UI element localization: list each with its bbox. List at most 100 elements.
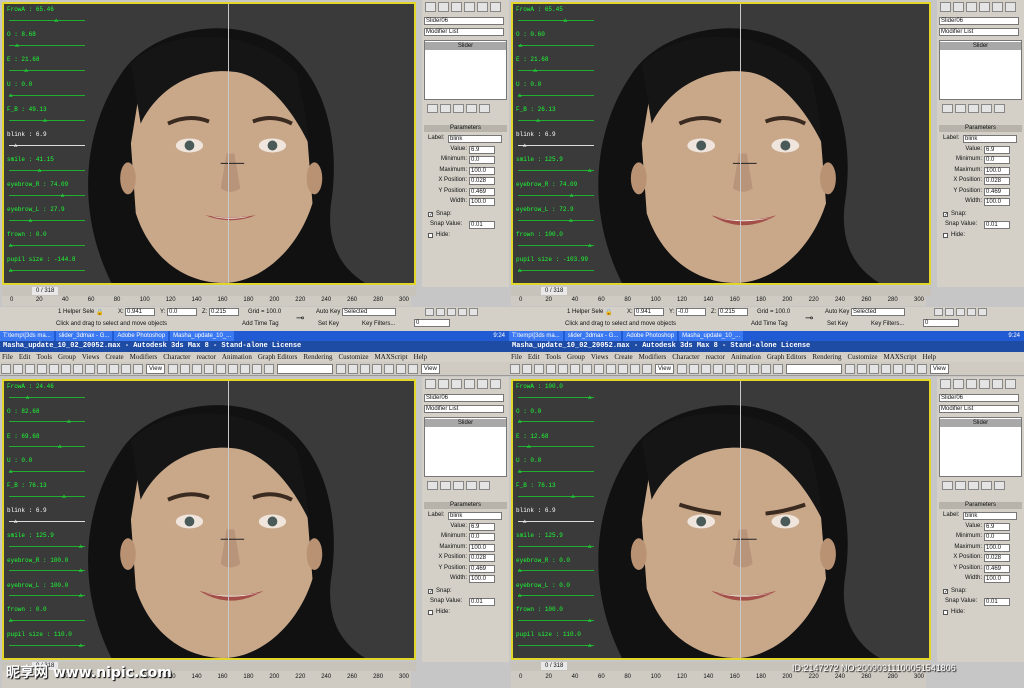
menu-item[interactable]: Views [82, 353, 99, 361]
lock-icon[interactable]: 🔒 [96, 309, 103, 316]
menu-item[interactable]: Help [414, 353, 428, 361]
toolbar-button[interactable] [251, 364, 262, 374]
slider-track[interactable]: ▵ [9, 17, 85, 24]
slider-track[interactable]: ▵ [518, 443, 594, 450]
menu-item[interactable]: File [2, 353, 13, 361]
slider-track[interactable]: ▵ [9, 192, 85, 199]
menu-item[interactable]: MAXScript [374, 353, 407, 361]
toolbar-button[interactable] [335, 364, 346, 374]
taskbar-button[interactable]: T:\temp\[3ds ma... [509, 331, 563, 341]
slider-track[interactable]: ▵ [9, 42, 85, 49]
maximum-spinner[interactable]: 100.0 [469, 166, 495, 175]
x-position-spinner[interactable]: 0.028 [984, 177, 1010, 185]
toolbar-button[interactable] [227, 364, 238, 374]
selected-dropdown[interactable]: Selected [851, 308, 905, 316]
slider-track[interactable]: ▵ [518, 192, 594, 199]
create-tab-icon[interactable] [425, 2, 436, 12]
x-position-spinner[interactable]: 0.028 [469, 554, 495, 562]
stack-tool-button[interactable] [440, 104, 451, 113]
parameters-rollout[interactable]: Parameters [424, 502, 507, 509]
modifier-list-dropdown[interactable]: Modifier List [939, 405, 1019, 413]
parameters-rollout[interactable]: Parameters [939, 125, 1022, 132]
stack-tool-button[interactable] [968, 481, 979, 490]
toolbar-button[interactable] [570, 364, 580, 374]
toolbar-button[interactable] [510, 364, 520, 374]
next-frame-icon[interactable] [458, 308, 467, 316]
toolbar-button[interactable] [1, 364, 11, 374]
slider-track[interactable]: ▵ [9, 443, 85, 450]
toolbar-button[interactable] [25, 364, 35, 374]
toolbar-button[interactable] [582, 364, 592, 374]
play-icon[interactable] [447, 308, 456, 316]
toolbar-button[interactable] [618, 364, 628, 374]
snap-value-spinner[interactable]: 0.01 [984, 597, 1010, 606]
perspective-viewport[interactable]: FrowA : 65.45 ▵ O : 0.60 ▵ E : 21.68 ▵ U : 0.0… [511, 2, 931, 285]
slider-track[interactable]: ▵ [518, 518, 594, 525]
y-coord-field[interactable]: -0.0 [676, 308, 706, 316]
menu-item[interactable]: Customize [339, 353, 369, 361]
perspective-viewport[interactable]: FrowA : 24.46 ▵ O : 82.68 ▵ E : 69.68 ▵ U : 0.… [2, 379, 416, 660]
motion-tab-icon[interactable] [464, 2, 475, 12]
modifier-list-dropdown[interactable]: Modifier List [939, 28, 1019, 36]
toolbar-button[interactable] [407, 364, 418, 374]
object-name-field[interactable]: Slider06 [939, 17, 1019, 25]
toolbar-button[interactable] [179, 364, 190, 374]
menu-item[interactable]: File [511, 353, 522, 361]
menu-item[interactable]: Help [923, 353, 937, 361]
toolbar-button[interactable] [892, 364, 903, 374]
snap-checkbox[interactable]: ✓ [428, 588, 433, 594]
menu-item[interactable]: Animation [731, 353, 761, 361]
modifier-stack-item[interactable]: Slider [940, 42, 1021, 50]
menu-item[interactable]: Edit [19, 353, 31, 361]
taskbar-button[interactable]: Adobe Photoshop [114, 331, 169, 341]
modify-tab-icon[interactable] [953, 2, 964, 12]
toolbar-button[interactable] [558, 364, 568, 374]
toolbar-button[interactable] [73, 364, 83, 374]
toolbar-button[interactable] [844, 364, 855, 374]
toolbar-button[interactable] [880, 364, 891, 374]
lock-icon[interactable]: 🔒 [605, 309, 612, 316]
auto-key-button[interactable]: Auto Key [825, 309, 849, 315]
prev-frame-icon[interactable] [945, 308, 954, 316]
display-tab-icon[interactable] [477, 2, 488, 12]
slider-track[interactable]: ▵ [9, 142, 85, 149]
stack-tool-button[interactable] [479, 481, 490, 490]
menu-item[interactable]: Graph Editors [767, 353, 806, 361]
slider-track[interactable]: ▵ [9, 242, 85, 249]
stack-tool-button[interactable] [427, 104, 438, 113]
slider-track[interactable]: ▵ [518, 543, 594, 550]
parameters-rollout[interactable]: Parameters [939, 502, 1022, 509]
menu-item[interactable]: Modifiers [639, 353, 667, 361]
menu-item[interactable]: Character [672, 353, 699, 361]
snap-value-spinner[interactable]: 0.01 [984, 220, 1010, 229]
stack-tool-button[interactable] [427, 481, 438, 490]
menu-item[interactable]: Graph Editors [258, 353, 297, 361]
toolbar-button[interactable] [37, 364, 47, 374]
slider-track[interactable]: ▵ [518, 92, 594, 99]
next-frame-icon[interactable] [967, 308, 976, 316]
key-mode-icon[interactable]: ⊸ [805, 313, 813, 324]
toolbar-button[interactable] [263, 364, 274, 374]
menu-item[interactable]: Create [105, 353, 123, 361]
snap-value-spinner[interactable]: 0.01 [469, 597, 495, 606]
y-position-spinner[interactable]: 0.469 [984, 564, 1010, 573]
x-position-spinner[interactable]: 0.028 [469, 177, 495, 185]
create-tab-icon[interactable] [425, 379, 436, 389]
modifier-list-dropdown[interactable]: Modifier List [424, 28, 504, 36]
object-name-field[interactable]: Slider06 [424, 394, 504, 402]
timeline-ruler[interactable]: 0 20 40 60 80 100 120 140 160 180 200 220 240 260 280 3… [511, 296, 926, 306]
key-filters-button[interactable]: Key Filters... [362, 321, 395, 327]
toolbar-button[interactable] [546, 364, 556, 374]
hide-checkbox[interactable] [428, 609, 433, 615]
slider-track[interactable]: ▵ [9, 617, 85, 624]
toolbar-button[interactable] [359, 364, 370, 374]
width-spinner[interactable]: 100.0 [469, 575, 495, 583]
slider-track[interactable]: ▵ [9, 92, 85, 99]
stack-tool-button[interactable] [994, 481, 1005, 490]
modify-tab-icon[interactable] [438, 379, 449, 389]
slider-track[interactable]: ▵ [518, 217, 594, 224]
motion-tab-icon[interactable] [979, 379, 990, 389]
toolbar-button[interactable] [167, 364, 178, 374]
label-field[interactable]: blink [963, 512, 1017, 520]
slider-track[interactable]: ▵ [518, 567, 594, 574]
